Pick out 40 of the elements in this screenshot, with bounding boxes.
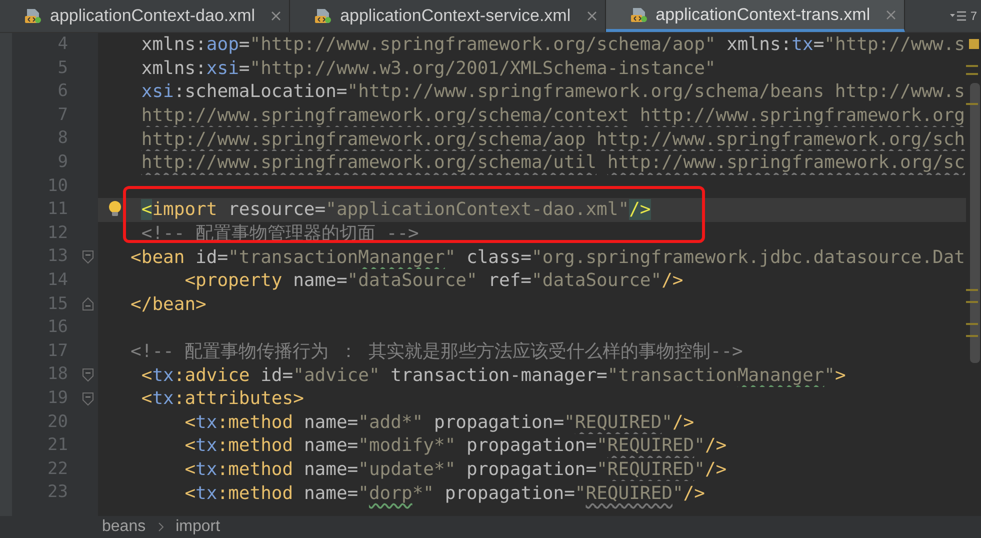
breadcrumb-item[interactable]: beans [102, 515, 146, 538]
code-line: xmlns:xsi="http://www.w3.org/2001/XMLSchema-instance" [140, 56, 716, 80]
lightbulb-icon[interactable] [108, 200, 122, 218]
xml-file-icon [630, 6, 648, 22]
close-icon[interactable] [886, 10, 896, 20]
tab-label: applicationContext-trans.xml [656, 4, 870, 26]
code-line: <tx:method name="update*" propagation="REQUIRED"/> [184, 458, 727, 481]
code-line: <!-- 配置事物传播行为 ： 其实就是那些方法应该受什么样的事物控制--> [130, 340, 743, 364]
code-line: http://www.springframework.org/schema/context http://www.springframework.org [140, 104, 965, 128]
code-line: http://www.springframework.org/schema/aop http://www.springframework.org/sch [140, 128, 965, 151]
code-line: <bean id="transactionMananger" class="org.springframework.jdbc.datasource.Dat [130, 246, 966, 269]
breadcrumb-item[interactable]: import [176, 515, 220, 538]
close-icon[interactable] [586, 11, 597, 21]
scrollbar-thumb[interactable] [970, 83, 980, 363]
code-line: http://www.springframework.org/schema/util http://www.springframework.org/sc [140, 151, 965, 174]
fold-marker-icon[interactable] [82, 297, 94, 312]
code-line: <tx:method name="dorp*" propagation="REQUIRED"/> [184, 482, 705, 505]
fold-marker-icon[interactable] [82, 368, 94, 382]
hidden-tab-count: 7 [970, 8, 977, 25]
xml-file-icon [314, 8, 332, 24]
code-line: <tx:attributes> [140, 387, 304, 410]
code-line: xsi:schemaLocation="http://www.springframework.org/schema/beans http://www.s [140, 80, 965, 104]
code-line: <tx:method name="modify*" propagation="REQUIRED"/> [184, 434, 727, 458]
editor-tab[interactable]: applicationContext-dao.xml [0, 0, 290, 32]
tab-list-icon[interactable] [950, 11, 966, 21]
code-line: <property name="dataSource" ref="dataSource"/> [184, 269, 684, 292]
chevron-icon [158, 522, 164, 532]
fold-marker-icon[interactable] [82, 250, 94, 264]
close-icon[interactable] [271, 11, 282, 21]
editor-tab[interactable]: applicationContext-service.xml [290, 0, 606, 32]
tab-label: applicationContext-dao.xml [50, 5, 256, 28]
code-line: <tx:advice id="advice" transaction-manager="transactionMananger"> [140, 364, 846, 387]
xml-file-icon [24, 8, 42, 24]
fold-marker-icon[interactable] [82, 392, 94, 406]
code-line: xmlns:aop="http://www.springframework.org/schema/aop" xmlns:tx="http://www.s [140, 33, 966, 56]
code-line: <import resource="applicationContext-dao.xml"/> [140, 198, 651, 222]
code-line: <tx:method name="add*" propagation="REQUIRED"/> [184, 410, 694, 434]
code-line: </bean> [130, 292, 206, 316]
editor-tab[interactable]: applicationContext-trans.xml [606, 0, 906, 32]
tab-label: applicationContext-service.xml [340, 5, 571, 28]
